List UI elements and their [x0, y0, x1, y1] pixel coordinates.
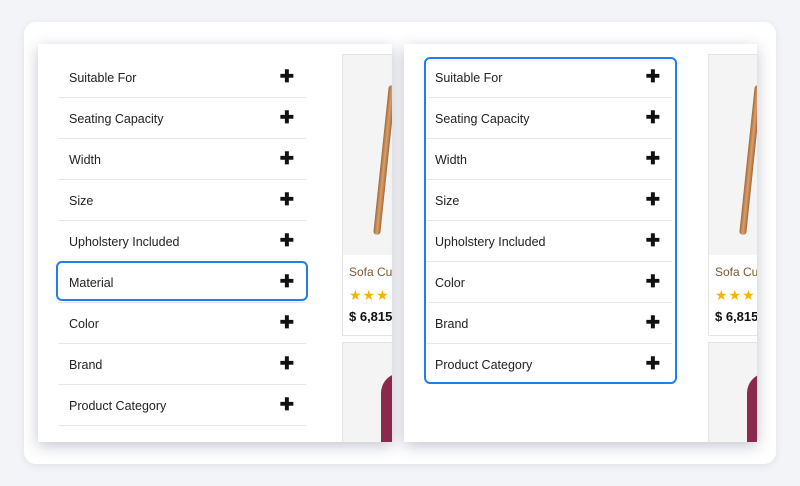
expand-plus-icon[interactable]: ✚: [280, 395, 294, 415]
filter-label: Upholstery Included: [69, 235, 180, 249]
expand-plus-icon[interactable]: ✚: [280, 108, 294, 128]
expand-plus-icon[interactable]: ✚: [280, 190, 294, 210]
filter-label: Suitable For: [69, 71, 137, 85]
filter-product-category[interactable]: Product Category ✚: [58, 386, 306, 426]
filter-brand[interactable]: Brand ✚: [424, 304, 672, 344]
product-card[interactable]: Sofa Cur ★★★ $ 6,815: [708, 54, 757, 336]
filter-label: Seating Capacity: [435, 112, 530, 126]
filter-size[interactable]: Size ✚: [424, 181, 672, 221]
filter-label: Seating Capacity: [69, 112, 164, 126]
expand-plus-icon[interactable]: ✚: [646, 190, 660, 210]
filter-width[interactable]: Width ✚: [58, 140, 306, 180]
filter-suitable-for[interactable]: Suitable For ✚: [58, 58, 306, 98]
filter-label: Suitable For: [435, 71, 503, 85]
product-name[interactable]: Sofa Cur: [349, 265, 392, 279]
filter-brand[interactable]: Brand ✚: [58, 345, 306, 385]
product-image: [747, 373, 757, 442]
filter-panel-before: Suitable For ✚ Seating Capacity ✚ Width …: [38, 44, 392, 442]
product-card[interactable]: Sofa Cur ★★★ $ 6,815: [342, 54, 392, 336]
expand-plus-icon[interactable]: ✚: [646, 354, 660, 374]
filter-width[interactable]: Width ✚: [424, 140, 672, 180]
expand-plus-icon[interactable]: ✚: [646, 67, 660, 87]
filter-label: Material: [69, 276, 114, 290]
star-rating-icon: ★★★: [349, 287, 390, 303]
expand-plus-icon[interactable]: ✚: [646, 108, 660, 128]
expand-plus-icon[interactable]: ✚: [280, 272, 294, 292]
filter-seating-capacity[interactable]: Seating Capacity ✚: [58, 99, 306, 139]
filter-material[interactable]: Material ✚: [58, 263, 306, 303]
expand-plus-icon[interactable]: ✚: [646, 149, 660, 169]
filter-label: Size: [435, 194, 460, 208]
filter-upholstery-included[interactable]: Upholstery Included ✚: [58, 222, 306, 262]
filter-product-category[interactable]: Product Category ✚: [424, 345, 672, 385]
filter-label: Width: [69, 153, 101, 167]
expand-plus-icon[interactable]: ✚: [646, 231, 660, 251]
filter-label: Upholstery Included: [435, 235, 546, 249]
product-image: [381, 373, 392, 442]
expand-plus-icon[interactable]: ✚: [280, 231, 294, 251]
filter-panel-after: Suitable For ✚ Seating Capacity ✚ Width …: [404, 44, 757, 442]
expand-plus-icon[interactable]: ✚: [280, 149, 294, 169]
product-image: [343, 55, 392, 255]
product-card-partial[interactable]: [708, 342, 757, 442]
filter-label: Product Category: [69, 399, 167, 413]
product-image: [709, 55, 757, 255]
filter-label: Brand: [69, 358, 103, 372]
filter-size[interactable]: Size ✚: [58, 181, 306, 221]
product-price: $ 6,815: [349, 309, 392, 324]
filter-suitable-for[interactable]: Suitable For ✚: [424, 58, 672, 98]
star-rating-icon: ★★★: [715, 287, 756, 303]
filter-upholstery-included[interactable]: Upholstery Included ✚: [424, 222, 672, 262]
filter-label: Size: [69, 194, 94, 208]
filter-color[interactable]: Color ✚: [58, 304, 306, 344]
filter-label: Product Category: [435, 358, 533, 372]
filter-label: Brand: [435, 317, 469, 331]
expand-plus-icon[interactable]: ✚: [646, 272, 660, 292]
expand-plus-icon[interactable]: ✚: [280, 67, 294, 87]
expand-plus-icon[interactable]: ✚: [646, 313, 660, 333]
product-card-partial[interactable]: [342, 342, 392, 442]
filter-label: Color: [69, 317, 99, 331]
product-price: $ 6,815: [715, 309, 757, 324]
expand-plus-icon[interactable]: ✚: [280, 354, 294, 374]
product-name[interactable]: Sofa Cur: [715, 265, 757, 279]
filter-seating-capacity[interactable]: Seating Capacity ✚: [424, 99, 672, 139]
expand-plus-icon[interactable]: ✚: [280, 313, 294, 333]
filter-label: Color: [435, 276, 465, 290]
filter-color[interactable]: Color ✚: [424, 263, 672, 303]
filter-label: Width: [435, 153, 467, 167]
